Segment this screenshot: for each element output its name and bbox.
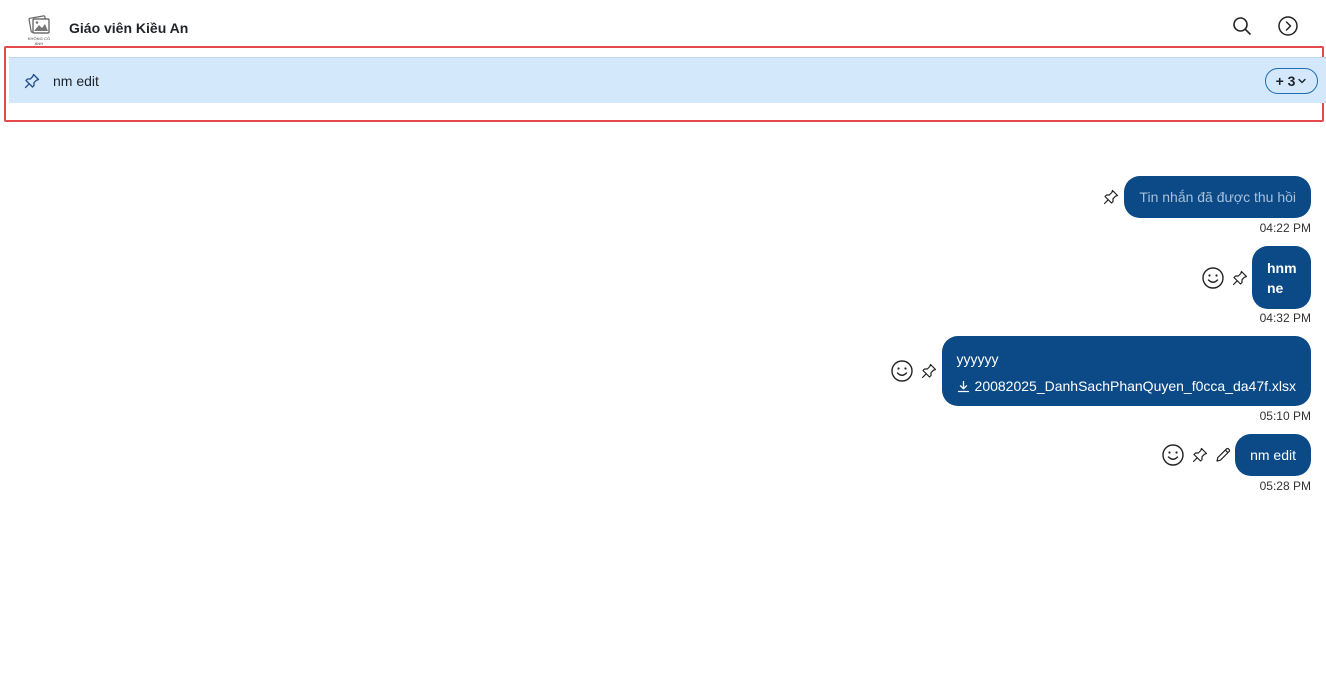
pinned-message-text: nm edit (53, 73, 99, 89)
pin-icon (1192, 447, 1208, 463)
chevron-right-circle-icon (1278, 16, 1298, 36)
message-row: hnm ne (1201, 246, 1311, 309)
message-row: nm edit (1161, 434, 1311, 476)
message-line: hnm (1267, 260, 1297, 276)
react-button[interactable] (1201, 266, 1225, 290)
message-text: yyyyyy (956, 351, 999, 367)
message-bubble[interactable]: yyyyyy 20082025_DanhSachPhanQuyen_f0cca_… (941, 336, 1311, 406)
message-time: 05:10 PM (1259, 409, 1311, 423)
pinned-message-bar[interactable]: nm edit + 3 (9, 57, 1326, 103)
pin-message-button[interactable] (1231, 269, 1249, 287)
smiley-icon (1162, 444, 1184, 466)
message-bubble[interactable]: nm edit (1235, 434, 1311, 476)
message-time: 04:32 PM (1259, 311, 1311, 325)
pin-message-button[interactable] (1102, 188, 1120, 206)
pin-icon (23, 72, 41, 95)
edit-message-button[interactable] (1214, 446, 1232, 464)
message-row: Tin nhắn đã được thu hồi (1102, 176, 1311, 218)
more-pinned-button[interactable]: + 3 (1265, 68, 1318, 94)
pin-message-button[interactable] (920, 362, 938, 380)
message-bubble[interactable]: hnm ne (1252, 246, 1311, 309)
more-pinned-count: + 3 (1275, 73, 1296, 89)
pin-icon (1232, 270, 1248, 285)
open-info-button[interactable] (1276, 14, 1300, 38)
search-button[interactable] (1230, 14, 1254, 38)
attachment-filename: 20082025_DanhSachPhanQuyen_f0cca_da47f.x… (974, 378, 1296, 394)
smiley-icon (890, 360, 913, 382)
search-icon (1233, 17, 1251, 35)
chevron-down-icon (1298, 78, 1307, 84)
pin-message-button[interactable] (1191, 446, 1209, 464)
smiley-icon (1202, 266, 1224, 289)
attachment-link[interactable]: 20082025_DanhSachPhanQuyen_f0cca_da47f.x… (957, 372, 1296, 400)
message-line: ne (1267, 280, 1284, 296)
avatar[interactable]: KHÔNG CÓ ẢNH (24, 14, 54, 46)
download-icon (957, 380, 969, 392)
message-time: 04:22 PM (1259, 221, 1311, 235)
pencil-icon (1216, 447, 1231, 462)
image-placeholder-icon (28, 15, 50, 34)
react-button[interactable] (890, 359, 914, 383)
message-bubble[interactable]: Tin nhắn đã được thu hồi (1124, 176, 1311, 218)
avatar-placeholder-text: KHÔNG CÓ ẢNH (27, 36, 51, 46)
chat-title: Giáo viên Kiều An (69, 20, 189, 36)
pin-icon (921, 363, 936, 379)
react-button[interactable] (1161, 443, 1185, 467)
message-row: yyyyyy 20082025_DanhSachPhanQuyen_f0cca_… (890, 336, 1311, 406)
message-time: 05:28 PM (1259, 479, 1311, 493)
pin-icon (1104, 189, 1119, 205)
